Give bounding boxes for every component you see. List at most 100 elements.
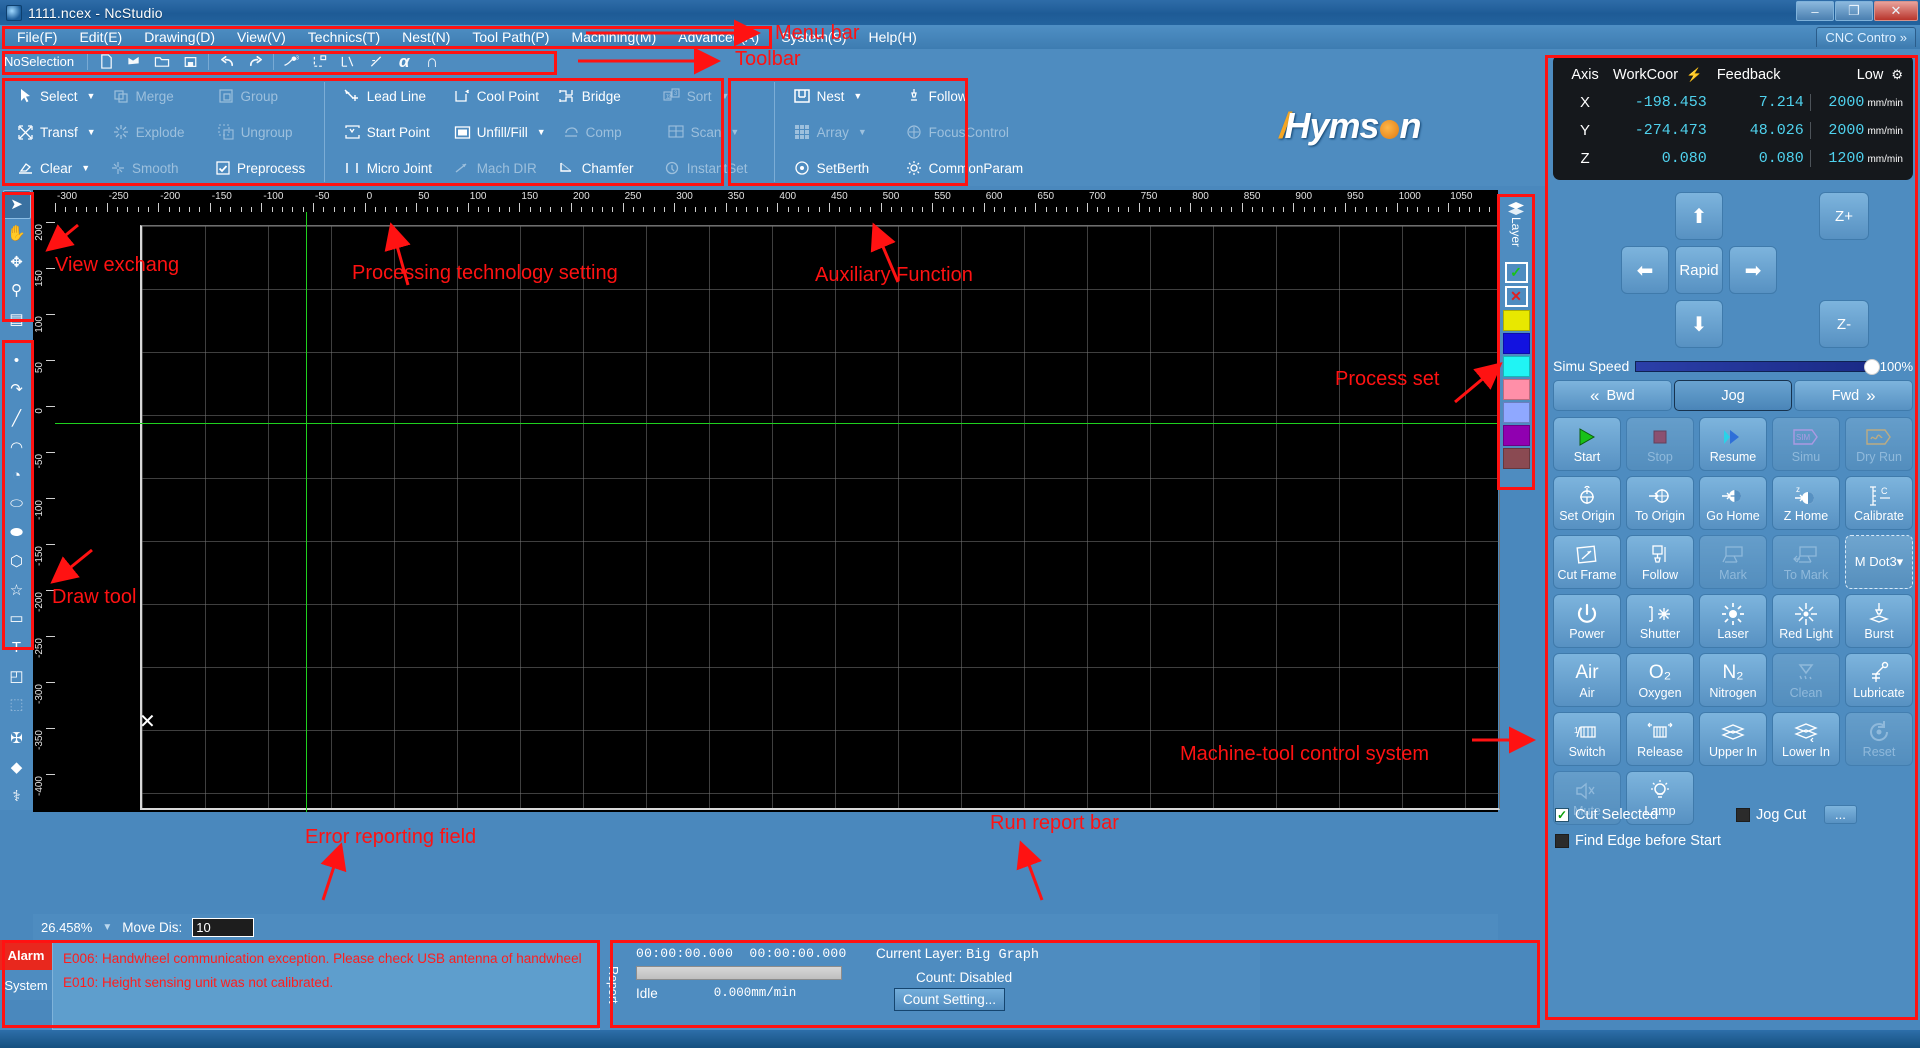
chevron-down-icon[interactable]: ▼ [102,922,112,933]
jog-down-button[interactable]: ⬇ [1675,300,1723,348]
menu-item-file[interactable]: File(F) [6,27,68,47]
jog-cut-checkbox[interactable] [1736,807,1751,822]
ribbon-button-start-point[interactable]: Start Point [335,118,445,147]
open-folder-icon[interactable] [149,51,175,72]
ribbon-button-lead-line[interactable]: Lead Line [335,82,445,111]
chevron-down-icon[interactable]: ▼ [730,127,739,137]
ribbon-button-preprocess[interactable]: Preprocess [205,154,313,183]
tab-report[interactable]: Report [600,940,626,1030]
control-button-laser[interactable]: Laser [1699,594,1767,648]
arc-tool[interactable]: ◠ [3,432,31,461]
ribbon-button-select[interactable]: Select ▼ [8,82,103,111]
control-button-m-dot3[interactable]: M Dot3▾ [1845,535,1913,589]
rectangle-tool[interactable]: ▭ [3,604,31,633]
control-button-to-origin[interactable]: To Origin [1626,476,1694,530]
control-button-cut-frame[interactable]: Cut Frame [1553,535,1621,589]
select-arrow-tool[interactable]: ➤ [2,190,31,219]
layer-stack-tool[interactable]: ◆ [3,753,31,782]
tab-alarm[interactable]: Alarm [0,940,52,970]
tab-system[interactable]: System [0,970,52,1000]
control-button-power[interactable]: Power [1553,594,1621,648]
ribbon-button-nest[interactable]: Nest ▼ [785,82,897,111]
move-distance-input[interactable] [192,917,255,937]
menu-item-nest[interactable]: Nest(N) [391,27,461,47]
line-tool[interactable]: ╱ [3,404,31,433]
menu-item-machining[interactable]: Machining(M) [560,27,667,47]
layer-disabled-checkbox[interactable]: ✕ [1504,286,1528,307]
filled-ellipse-tool[interactable]: ⬬ [3,518,31,547]
chevron-down-icon[interactable]: ▼ [853,91,862,101]
chevron-down-icon[interactable]: ▼ [81,163,90,173]
ribbon-button-follow[interactable]: Follow [897,82,1009,111]
count-setting-button[interactable]: Count Setting... [894,988,1006,1011]
polyline-tool[interactable]: ↷ [3,375,31,404]
cut-icon[interactable] [363,51,389,72]
image-tool[interactable]: ◰ [3,661,31,690]
probe-tool[interactable]: ⚕ [3,781,31,810]
control-button-lower-in[interactable]: Lower In [1772,712,1840,766]
star-tool[interactable]: ☆ [3,575,31,604]
ribbon-button-micro-joint[interactable]: Micro Joint [335,154,445,183]
layer-color-swatch[interactable] [1502,379,1530,400]
curve-icon[interactable]: ∩ [419,51,445,72]
chevron-down-icon[interactable]: ▼ [87,91,96,101]
chevron-down-icon[interactable]: ▼ [87,127,96,137]
ellipse-tool[interactable]: ⬭ [3,490,31,519]
menu-item-edit[interactable]: Edit(E) [68,27,133,47]
simu-speed-slider[interactable] [1635,358,1880,375]
open-arrow-icon[interactable] [121,51,147,72]
control-button-nitrogen[interactable]: N₂ Nitrogen [1699,653,1767,707]
crosshair-tool[interactable]: ✠ [3,724,31,753]
layer-color-swatch[interactable] [1502,310,1530,331]
layer-color-swatch[interactable] [1502,333,1530,354]
redo-icon[interactable] [242,51,268,72]
menu-item-technics[interactable]: Technics(T) [297,27,391,47]
cnc-control-tab[interactable]: CNC Contro » [1816,27,1916,47]
control-button-calibrate[interactable]: C Calibrate [1845,476,1913,530]
minimize-button[interactable]: – [1796,1,1834,21]
save-icon[interactable] [177,51,203,72]
new-file-icon[interactable] [93,51,119,72]
close-button[interactable]: ✕ [1874,1,1918,21]
layer-color-swatch[interactable] [1502,425,1530,446]
control-button-follow[interactable]: Follow [1626,535,1694,589]
zoom-tool[interactable]: ⚲ [3,276,31,305]
control-button-resume[interactable]: Resume [1699,417,1767,471]
control-button-z-home[interactable]: z Z Home [1772,476,1840,530]
z-minus-button[interactable]: Z- [1819,300,1869,348]
z-plus-button[interactable]: Z+ [1819,192,1869,240]
control-button-shutter[interactable]: Shutter [1626,594,1694,648]
menu-item-help[interactable]: Help(H) [858,27,928,47]
slider-knob[interactable] [1863,358,1880,375]
control-button-switch[interactable]: 1 Switch [1553,712,1621,766]
ribbon-button-chamfer[interactable]: Chamfer [550,154,655,183]
sync-icon[interactable]: ⚡ [1686,67,1702,82]
undo-icon[interactable] [214,51,240,72]
jog-right-button[interactable]: ➡ [1729,246,1777,294]
jog-mode-button[interactable]: Jog [1673,380,1793,411]
pan-hand-tool[interactable]: ✋ [3,219,31,248]
more-options-button[interactable]: ... [1824,805,1857,824]
jog-up-button[interactable]: ⬆ [1675,192,1723,240]
control-button-red-light[interactable]: Red Light [1772,594,1840,648]
layer-visible-checkbox[interactable]: ✓ [1504,262,1528,283]
layer-color-swatch[interactable] [1502,402,1530,423]
menu-item-advanced[interactable]: Advanced(A) [667,27,770,47]
control-button-upper-in[interactable]: Upper In [1699,712,1767,766]
find-edge-checkbox[interactable] [1555,834,1569,848]
control-button-go-home[interactable]: Go Home [1699,476,1767,530]
chevron-down-icon[interactable]: ▼ [537,127,546,137]
bwd-button[interactable]: « Bwd [1553,380,1672,411]
rapid-button[interactable]: Rapid [1675,246,1723,294]
measure-icon[interactable] [335,51,361,72]
ribbon-button-cool-point[interactable]: Cool Point [445,82,550,111]
control-button-set-origin[interactable]: Set Origin [1553,476,1621,530]
control-button-release[interactable]: Release [1626,712,1694,766]
fit-view-tool[interactable]: ✥ [3,247,31,276]
control-button-burst[interactable]: Burst [1845,594,1913,648]
layer-color-swatch[interactable] [1502,448,1530,469]
menu-item-tool-path[interactable]: Tool Path(P) [461,27,560,47]
jog-left-button[interactable]: ⬅ [1621,246,1669,294]
control-button-oxygen[interactable]: O₂ Oxygen [1626,653,1694,707]
menu-item-drawing[interactable]: Drawing(D) [133,27,226,47]
